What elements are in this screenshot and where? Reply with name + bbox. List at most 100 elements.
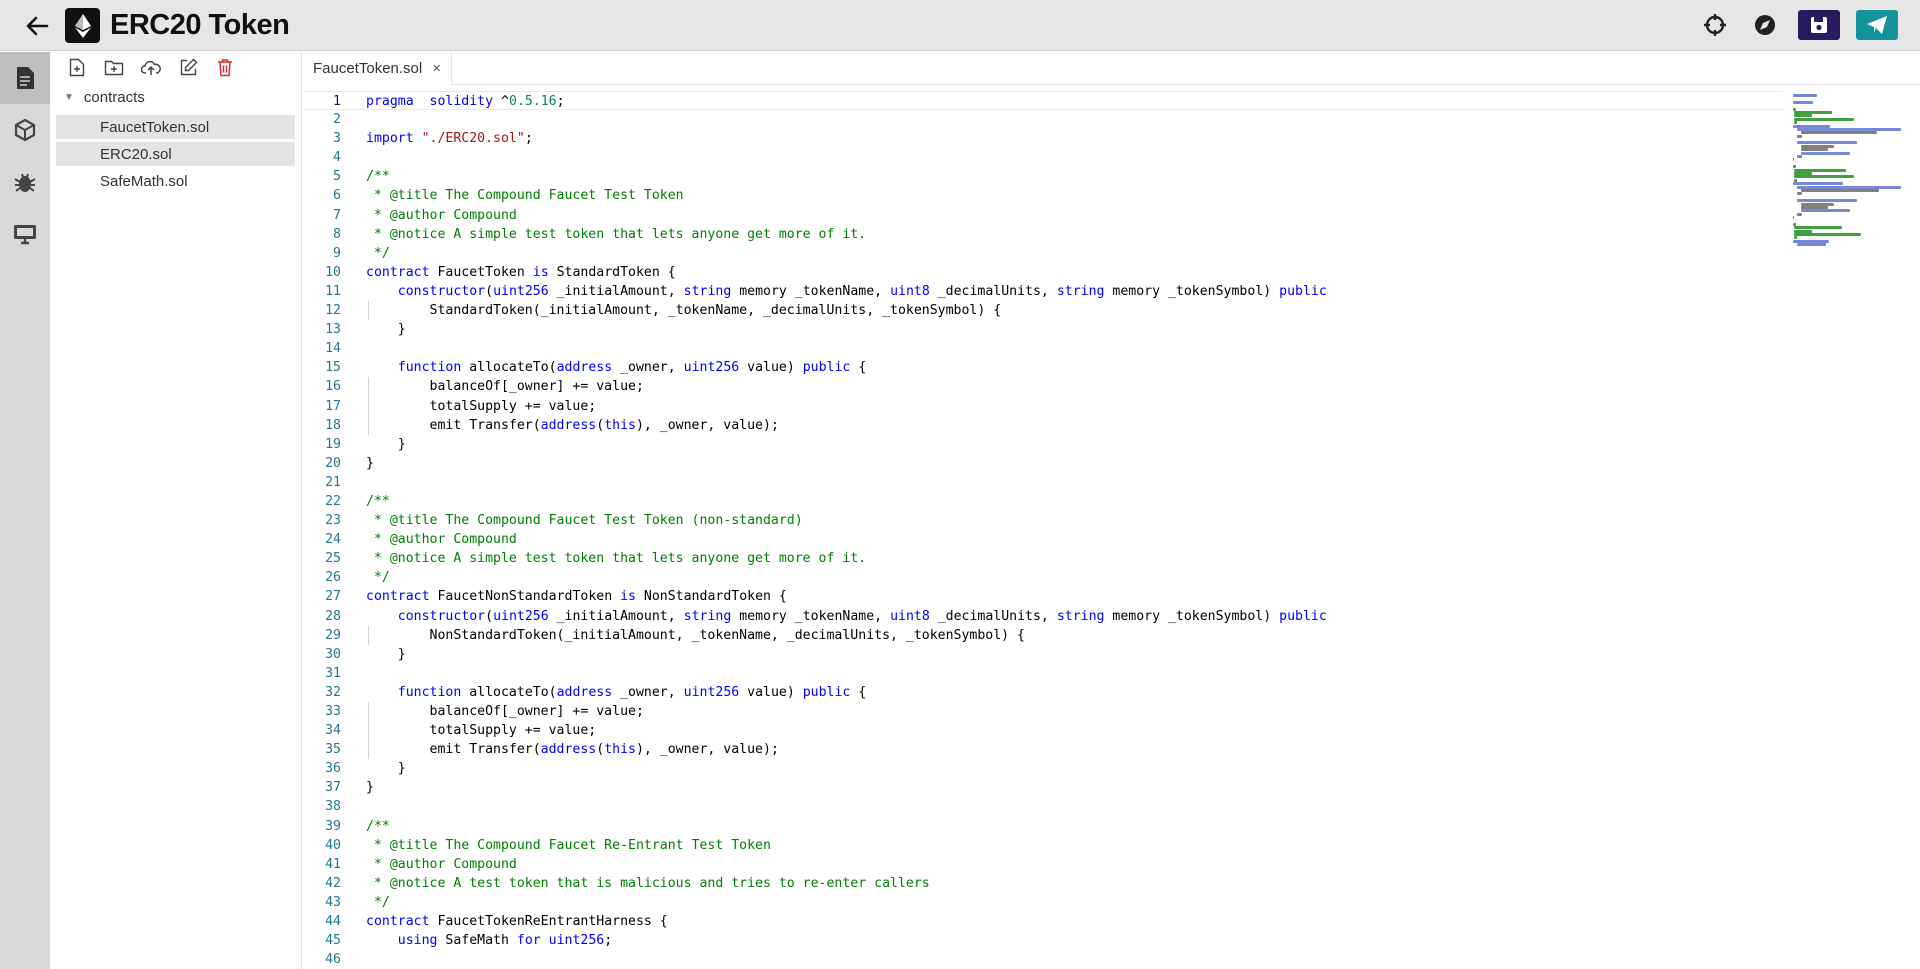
code-line[interactable]: 6 * @title The Compound Faucet Test Toke… xyxy=(303,186,1783,205)
code-token: is xyxy=(620,589,636,605)
crosshair-button[interactable] xyxy=(1698,10,1732,40)
code-line[interactable]: 27 contract FaucetNonStandardToken is Non… xyxy=(303,587,1783,606)
code-line[interactable]: 37} xyxy=(303,778,1783,797)
line-number: 15 xyxy=(325,360,341,376)
code-line[interactable]: 17 totalSupply += value; xyxy=(303,396,1783,416)
delete-button[interactable] xyxy=(214,56,236,78)
code-token: } xyxy=(366,322,406,338)
code-line[interactable]: 16 balanceOf[_owner] += value; xyxy=(303,377,1783,397)
folder-contracts[interactable]: ▼ contracts xyxy=(50,82,301,112)
minimap[interactable] xyxy=(1793,94,1909,424)
code-line[interactable]: 24 * @author Compound xyxy=(303,530,1783,549)
code-line[interactable]: 23 * @title The Compound Faucet Test Tok… xyxy=(303,511,1783,530)
code-line[interactable]: 18 emit Transfer(address(this), _owner, … xyxy=(303,415,1783,435)
code-line[interactable]: 30 } xyxy=(303,645,1783,664)
code-line[interactable]: 3 import "./ERC20.sol"; xyxy=(303,129,1783,148)
rail-compiler[interactable] xyxy=(0,104,50,156)
code-line[interactable]: 2 xyxy=(303,110,1783,129)
code-token: SafeMath xyxy=(437,933,517,949)
code-line[interactable]: 7 * @author Compound xyxy=(303,206,1783,225)
code-line[interactable]: 15 function allocateTo(address _owner, u… xyxy=(303,358,1783,377)
tab-label: FaucetToken.sol xyxy=(313,60,423,77)
file-item-erc20[interactable]: ERC20.sol xyxy=(56,142,295,166)
line-code: } xyxy=(366,645,406,664)
code-line[interactable]: 44 contract FaucetTokenReEntrantHarness { xyxy=(303,912,1783,931)
code-token: address xyxy=(556,684,613,700)
code-line[interactable]: 34 totalSupply += value; xyxy=(303,721,1783,741)
compass-button[interactable] xyxy=(1748,10,1782,40)
line-number: 5 xyxy=(333,169,341,185)
code-line[interactable]: 22 /** xyxy=(303,492,1783,511)
line-number: 46 xyxy=(325,952,341,968)
indent-guide xyxy=(368,377,369,397)
code-area[interactable]: 1 pragma solidity ^0.5.16; 2 3 import "./ERC… xyxy=(303,91,1783,969)
code-line[interactable]: 38 xyxy=(303,797,1783,816)
code-line[interactable]: 41 * @author Compound xyxy=(303,855,1783,874)
code-line[interactable]: 36 } xyxy=(303,759,1783,778)
line-number: 45 xyxy=(325,933,341,949)
code-token: public xyxy=(1279,283,1327,299)
terminal-icon xyxy=(14,225,36,245)
code-line[interactable]: 35 emit Transfer(address(this), _owner, … xyxy=(303,740,1783,760)
file-explorer: ▼ contracts FaucetToken.sol ERC20.sol Sa… xyxy=(50,52,302,969)
line-number: 42 xyxy=(325,875,341,891)
back-button[interactable] xyxy=(20,9,54,43)
code-token: address xyxy=(556,360,613,376)
code-line[interactable]: 32 function allocateTo(address _owner, u… xyxy=(303,683,1783,702)
code-line[interactable]: 29 NonStandardToken(_initialAmount, _tok… xyxy=(303,625,1783,645)
code-line[interactable]: 39 /** xyxy=(303,817,1783,836)
line-code: } xyxy=(366,435,406,454)
code-line[interactable]: 1 pragma solidity ^0.5.16; xyxy=(303,91,1783,111)
code-line[interactable]: 25 * @notice A simple test token that le… xyxy=(303,549,1783,568)
code-token: import xyxy=(366,131,414,147)
line-code: /** xyxy=(366,167,390,186)
code-line[interactable]: 10 contract FaucetToken is StandardToken … xyxy=(303,263,1783,282)
code-line[interactable]: 19 } xyxy=(303,435,1783,454)
code-line[interactable]: 43 */ xyxy=(303,893,1783,912)
close-icon[interactable]: × xyxy=(432,60,441,77)
line-code: constructor(uint256 _initialAmount, stri… xyxy=(366,607,1327,626)
code-token: FaucetNonStandardToken xyxy=(429,589,621,605)
code-line[interactable]: 45 using SafeMath for uint256; xyxy=(303,931,1783,950)
delete-icon xyxy=(218,58,232,76)
indent-guide xyxy=(368,702,369,722)
code-token: pragma xyxy=(366,94,414,109)
new-folder-button[interactable] xyxy=(103,56,125,78)
rail-file-explorer[interactable] xyxy=(0,52,50,104)
code-token: * @title The Compound Faucet Re-Entrant … xyxy=(366,837,771,853)
save-button[interactable] xyxy=(1798,10,1840,40)
code-line[interactable]: 33 balanceOf[_owner] += value; xyxy=(303,702,1783,722)
code-token: ), _owner, value); xyxy=(635,742,779,758)
code-line[interactable]: 40 * @title The Compound Faucet Re-Entra… xyxy=(303,836,1783,855)
code-line[interactable]: 46 xyxy=(303,950,1783,969)
code-line[interactable]: 21 xyxy=(303,473,1783,492)
rename-button[interactable] xyxy=(177,56,199,78)
code-token: StandardToken(_initialAmount, _tokenName… xyxy=(366,303,1002,319)
code-line[interactable]: 28 constructor(uint256 _initialAmount, s… xyxy=(303,607,1783,626)
code-line[interactable]: 20} xyxy=(303,454,1783,473)
code-line[interactable]: 4 xyxy=(303,148,1783,167)
deploy-button[interactable] xyxy=(1856,10,1898,40)
code-line[interactable]: 26 */ xyxy=(303,568,1783,587)
code-token: ( xyxy=(596,417,605,433)
code-token: * @author Compound xyxy=(366,207,517,223)
code-line[interactable]: 14 xyxy=(303,339,1783,358)
rail-terminal[interactable] xyxy=(0,208,50,260)
code-line[interactable]: 13 } xyxy=(303,320,1783,339)
line-number: 26 xyxy=(325,570,341,586)
minimap-line xyxy=(1793,158,1794,162)
tab-faucettoken[interactable]: FaucetToken.sol × xyxy=(303,52,452,85)
rail-debugger[interactable] xyxy=(0,156,50,208)
code-line[interactable]: 12 StandardToken(_initialAmount, _tokenN… xyxy=(303,301,1783,321)
file-item-faucettoken[interactable]: FaucetToken.sol xyxy=(56,115,295,139)
code-line[interactable]: 9 */ xyxy=(303,244,1783,263)
code-line[interactable]: 42 * @notice A test token that is malici… xyxy=(303,874,1783,893)
code-line[interactable]: 11 constructor(uint256 _initialAmount, s… xyxy=(303,282,1783,301)
file-item-safemath[interactable]: SafeMath.sol xyxy=(56,169,295,193)
code-line[interactable]: 31 xyxy=(303,664,1783,683)
new-file-button[interactable] xyxy=(66,56,88,78)
code-line[interactable]: 5 /** xyxy=(303,167,1783,186)
upload-button[interactable] xyxy=(140,56,162,78)
code-line[interactable]: 8 * @notice A simple test token that let… xyxy=(303,225,1783,244)
